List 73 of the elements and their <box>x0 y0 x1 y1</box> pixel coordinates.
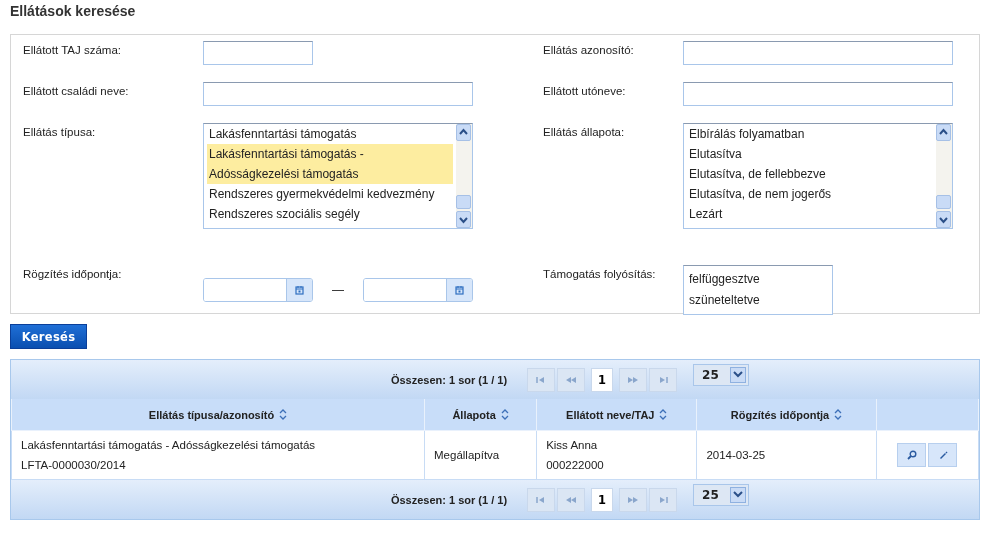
scrollbar[interactable] <box>456 124 472 228</box>
scrollbar[interactable] <box>936 124 952 228</box>
input-field[interactable] <box>203 82 473 106</box>
list-box[interactable]: felfüggesztve szüneteltetve <box>683 265 833 315</box>
range-separator: — <box>331 283 345 297</box>
input-field[interactable] <box>683 82 953 106</box>
sort-icon <box>659 409 668 420</box>
field-label: Rögzítés időpontja: <box>23 267 123 282</box>
column-header[interactable]: Állapota <box>424 399 537 431</box>
search-button[interactable]: Keresés <box>10 324 87 349</box>
next-page-button[interactable] <box>619 487 648 512</box>
sort-icon <box>834 409 843 420</box>
last-page-button[interactable] <box>649 487 678 512</box>
table-cell: Megállapítva <box>424 430 537 480</box>
scroll-thumb[interactable] <box>936 195 951 209</box>
date-field[interactable] <box>363 278 473 302</box>
list-option[interactable]: Elutasítva, de nem jogerős <box>687 184 933 204</box>
first-page-button[interactable] <box>527 487 556 512</box>
list-option[interactable]: Rendszeres szociális segély <box>207 204 453 224</box>
previous-page-button[interactable] <box>557 487 586 512</box>
field-label: Ellátott utóneve: <box>543 84 627 99</box>
field-label: Ellátott családi neve: <box>23 84 130 99</box>
view-button[interactable] <box>897 443 927 467</box>
list-option[interactable]: Rendszeres gyermekvédelmi kedvezmény <box>207 184 453 204</box>
page-number-button[interactable]: 1 <box>591 487 614 512</box>
list-option[interactable]: felfüggesztve <box>687 269 829 290</box>
column-header-text: Ellátás típusa/azonosító <box>148 408 275 421</box>
column-header[interactable]: Ellátott neve/TAJ <box>536 399 697 431</box>
table-cell: 2014-03-25 <box>696 430 877 480</box>
search-icon <box>906 450 917 460</box>
next-page-button[interactable] <box>619 367 648 392</box>
field-label: Ellátás állapota: <box>543 125 626 140</box>
sort-icon <box>500 409 509 420</box>
row-summary: Összesen: 1 sor (1 / 1) <box>390 373 508 386</box>
column-header-text: Rögzítés időpontja <box>730 408 830 421</box>
scroll-thumb[interactable] <box>456 195 471 209</box>
list-option[interactable]: Lakásfenntartási támogatás - Adósságkezelési támogatás <box>207 144 453 184</box>
input-field[interactable] <box>683 41 953 65</box>
row-summary: Összesen: 1 sor (1 / 1) <box>390 493 508 506</box>
list-option[interactable]: szüneteltetve <box>687 290 829 311</box>
list-option[interactable]: Elutasítva <box>687 144 933 164</box>
table-cell: Kiss Anna 000222000 <box>536 430 697 480</box>
sort-icon <box>279 409 288 420</box>
list-option[interactable]: Lezárt <box>687 204 933 224</box>
column-header-text: Ellátott neve/TAJ <box>566 408 655 421</box>
calendar-icon <box>455 285 464 295</box>
page-title: Ellátások keresése <box>10 2 137 21</box>
rows-per-page-select[interactable]: 25 <box>693 483 750 506</box>
field-label: Támogatás folyósítás: <box>543 267 657 282</box>
rows-per-page-select[interactable]: 25 <box>693 363 750 386</box>
input-field[interactable] <box>203 41 313 65</box>
list-option[interactable]: Elbírálás folyamatban <box>687 124 933 144</box>
field-label: Ellátás típusa: <box>23 125 97 140</box>
column-header[interactable]: Rögzítés időpontja <box>696 399 877 431</box>
previous-page-button[interactable] <box>557 367 586 392</box>
column-header[interactable]: Ellátás típusa/azonosító <box>11 399 425 431</box>
list-option[interactable]: Lakásfenntartási támogatás <box>207 124 453 144</box>
first-page-button[interactable] <box>527 367 556 392</box>
last-page-button[interactable] <box>649 367 678 392</box>
field-label: Ellátott TAJ száma: <box>23 43 122 58</box>
table-cell: Lakásfenntartási támogatás - Adósságkezelési támogatás LFTA-0000030/2014 <box>11 430 425 480</box>
dropdown-caret-icon <box>733 370 744 379</box>
date-field[interactable] <box>203 278 313 302</box>
column-header-text: Állapota <box>452 408 496 421</box>
rows-per-page-value: 25 <box>702 487 719 502</box>
list-box[interactable]: Lakásfenntartási támogatás Lakásfenntartási támogatás - Adósságkezelési támogatás Rendszeres gyermekvédelmi kedvezmény Rendszeres szociális segély <box>203 123 473 229</box>
rows-per-page-value: 25 <box>702 367 719 382</box>
calendar-icon <box>295 285 304 295</box>
dropdown-caret-icon <box>733 490 744 499</box>
list-option[interactable]: Elutasítva, de fellebbezve <box>687 164 933 184</box>
field-label: Ellátás azonosító: <box>543 43 635 58</box>
list-box[interactable]: Elbírálás folyamatban Elutasítva Elutasítva, de fellebbezve Elutasítva, de nem jogerős Lezárt <box>683 123 953 229</box>
page-number-button[interactable]: 1 <box>591 367 614 392</box>
